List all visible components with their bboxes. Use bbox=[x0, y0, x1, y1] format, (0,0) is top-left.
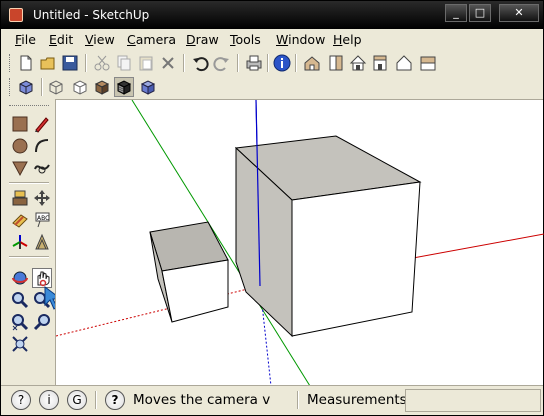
status-bar: ? i G ? Moves the camera v Measurements bbox=[1, 385, 543, 415]
front-view-icon[interactable] bbox=[349, 54, 367, 72]
toolbar-separator bbox=[237, 54, 239, 72]
menu-view-label: iew bbox=[93, 32, 115, 47]
status-separator bbox=[297, 391, 299, 409]
menu-tools[interactable]: Tools bbox=[230, 32, 261, 47]
menu-draw-accel: D bbox=[186, 32, 196, 47]
new-icon[interactable] bbox=[17, 54, 35, 72]
axes-icon[interactable] bbox=[11, 233, 29, 251]
status-separator bbox=[95, 391, 97, 409]
menu-view[interactable]: View bbox=[85, 32, 115, 47]
erase-icon[interactable] bbox=[159, 54, 177, 72]
paste-icon[interactable] bbox=[137, 54, 155, 72]
menu-camera[interactable]: Camera bbox=[127, 32, 176, 47]
toolbar-grip[interactable] bbox=[9, 105, 49, 108]
copy-icon[interactable] bbox=[115, 54, 133, 72]
menu-window[interactable]: Window bbox=[276, 32, 325, 47]
shaded-texture-icon[interactable] bbox=[114, 77, 134, 97]
pencil-icon[interactable] bbox=[33, 115, 51, 133]
toolbar-grip[interactable] bbox=[9, 78, 12, 96]
undo-icon[interactable] bbox=[191, 54, 209, 72]
arc-icon[interactable] bbox=[33, 137, 51, 155]
close-button[interactable]: ✕ bbox=[499, 4, 539, 22]
rectangle-icon[interactable] bbox=[11, 115, 29, 133]
styles-toolbar bbox=[1, 75, 543, 99]
save-icon[interactable] bbox=[61, 54, 79, 72]
menu-file[interactable]: File bbox=[15, 32, 36, 47]
hidden-line-icon[interactable] bbox=[71, 78, 89, 96]
instructor-help-icon[interactable]: ? bbox=[105, 390, 125, 410]
zoom-extents-icon[interactable] bbox=[11, 313, 29, 331]
window-title: Untitled - SketchUp bbox=[33, 8, 150, 22]
print-icon[interactable] bbox=[245, 54, 263, 72]
sketchup-app-icon bbox=[9, 8, 23, 22]
xray-icon[interactable] bbox=[17, 78, 35, 96]
follow-me-icon[interactable] bbox=[11, 211, 29, 229]
shaded-icon[interactable] bbox=[93, 78, 111, 96]
toolbar-separator bbox=[295, 54, 297, 72]
geo-location-icon[interactable]: ? bbox=[11, 390, 31, 410]
polygon-icon[interactable] bbox=[11, 159, 29, 177]
freehand-icon[interactable] bbox=[33, 159, 51, 177]
measurements-input[interactable] bbox=[405, 389, 541, 412]
menu-edit-accel: E bbox=[49, 32, 57, 47]
menu-edit[interactable]: Edit bbox=[49, 32, 73, 47]
orbit-icon[interactable] bbox=[11, 269, 29, 287]
back-view-icon[interactable] bbox=[395, 54, 413, 72]
monochrome-icon[interactable] bbox=[139, 78, 157, 96]
zoom-icon[interactable] bbox=[11, 291, 29, 309]
iso-view-icon[interactable] bbox=[303, 54, 321, 72]
model-info-icon[interactable] bbox=[273, 54, 291, 72]
zoom-out-icon[interactable] bbox=[11, 335, 29, 353]
left-view-icon[interactable] bbox=[419, 54, 437, 72]
measurements-label: Measurements bbox=[307, 392, 407, 408]
small-box[interactable] bbox=[149, 221, 229, 323]
user-account-icon[interactable]: G bbox=[67, 390, 87, 410]
maximize-button[interactable]: □ bbox=[469, 4, 491, 22]
svg-text:ABC: ABC bbox=[37, 215, 49, 222]
status-hint-text: Moves the camera v bbox=[133, 392, 271, 408]
wireframe-icon[interactable] bbox=[47, 78, 65, 96]
previous-view-icon[interactable] bbox=[33, 313, 51, 331]
menu-help-accel: H bbox=[333, 32, 343, 47]
text-icon[interactable]: ABC bbox=[33, 211, 51, 229]
menu-camera-accel: C bbox=[127, 32, 136, 47]
drawing-viewport[interactable] bbox=[55, 99, 544, 387]
menu-tools-label: ools bbox=[235, 32, 261, 47]
toolbar-separator bbox=[183, 54, 185, 72]
title-bar[interactable]: Untitled - SketchUp _ □ ✕ bbox=[1, 1, 543, 29]
menu-window-label: indow bbox=[288, 32, 326, 47]
top-view-icon[interactable] bbox=[327, 54, 345, 72]
circle-icon[interactable] bbox=[11, 137, 29, 155]
large-box[interactable] bbox=[234, 135, 422, 338]
red-axis-negative bbox=[55, 285, 261, 337]
toolbar-separator bbox=[9, 182, 49, 184]
redo-icon[interactable] bbox=[213, 54, 231, 72]
menu-bar: File Edit View Camera Draw Tools Window … bbox=[1, 29, 543, 49]
menu-help-label: elp bbox=[342, 32, 362, 47]
menu-help[interactable]: Help bbox=[333, 32, 362, 47]
model-canvas[interactable] bbox=[55, 99, 544, 387]
cut-icon[interactable] bbox=[93, 54, 111, 72]
standard-toolbar bbox=[1, 51, 543, 75]
toolbar-separator bbox=[85, 54, 87, 72]
minimize-button[interactable]: _ bbox=[445, 4, 467, 22]
tools-toolbar: ABC bbox=[5, 105, 63, 385]
credits-icon[interactable]: i bbox=[39, 390, 59, 410]
sketchup-window: Untitled - SketchUp _ □ ✕ File Edit View… bbox=[0, 0, 544, 416]
menu-window-accel: W bbox=[276, 32, 289, 47]
push-pull-icon[interactable] bbox=[11, 189, 29, 207]
move-icon[interactable] bbox=[33, 189, 51, 207]
protractor-icon[interactable] bbox=[33, 233, 51, 251]
toolbar-separator bbox=[267, 54, 269, 72]
right-view-icon[interactable] bbox=[371, 54, 389, 72]
toolbar-separator bbox=[41, 78, 43, 96]
menu-file-label: ile bbox=[21, 32, 36, 47]
toolbar-separator bbox=[9, 256, 49, 258]
open-icon[interactable] bbox=[39, 54, 57, 72]
menu-edit-label: dit bbox=[56, 32, 74, 47]
menu-camera-label: amera bbox=[135, 32, 177, 47]
toolbar-grip[interactable] bbox=[9, 54, 12, 72]
menu-draw-label: raw bbox=[195, 32, 219, 47]
menu-draw[interactable]: Draw bbox=[186, 32, 219, 47]
